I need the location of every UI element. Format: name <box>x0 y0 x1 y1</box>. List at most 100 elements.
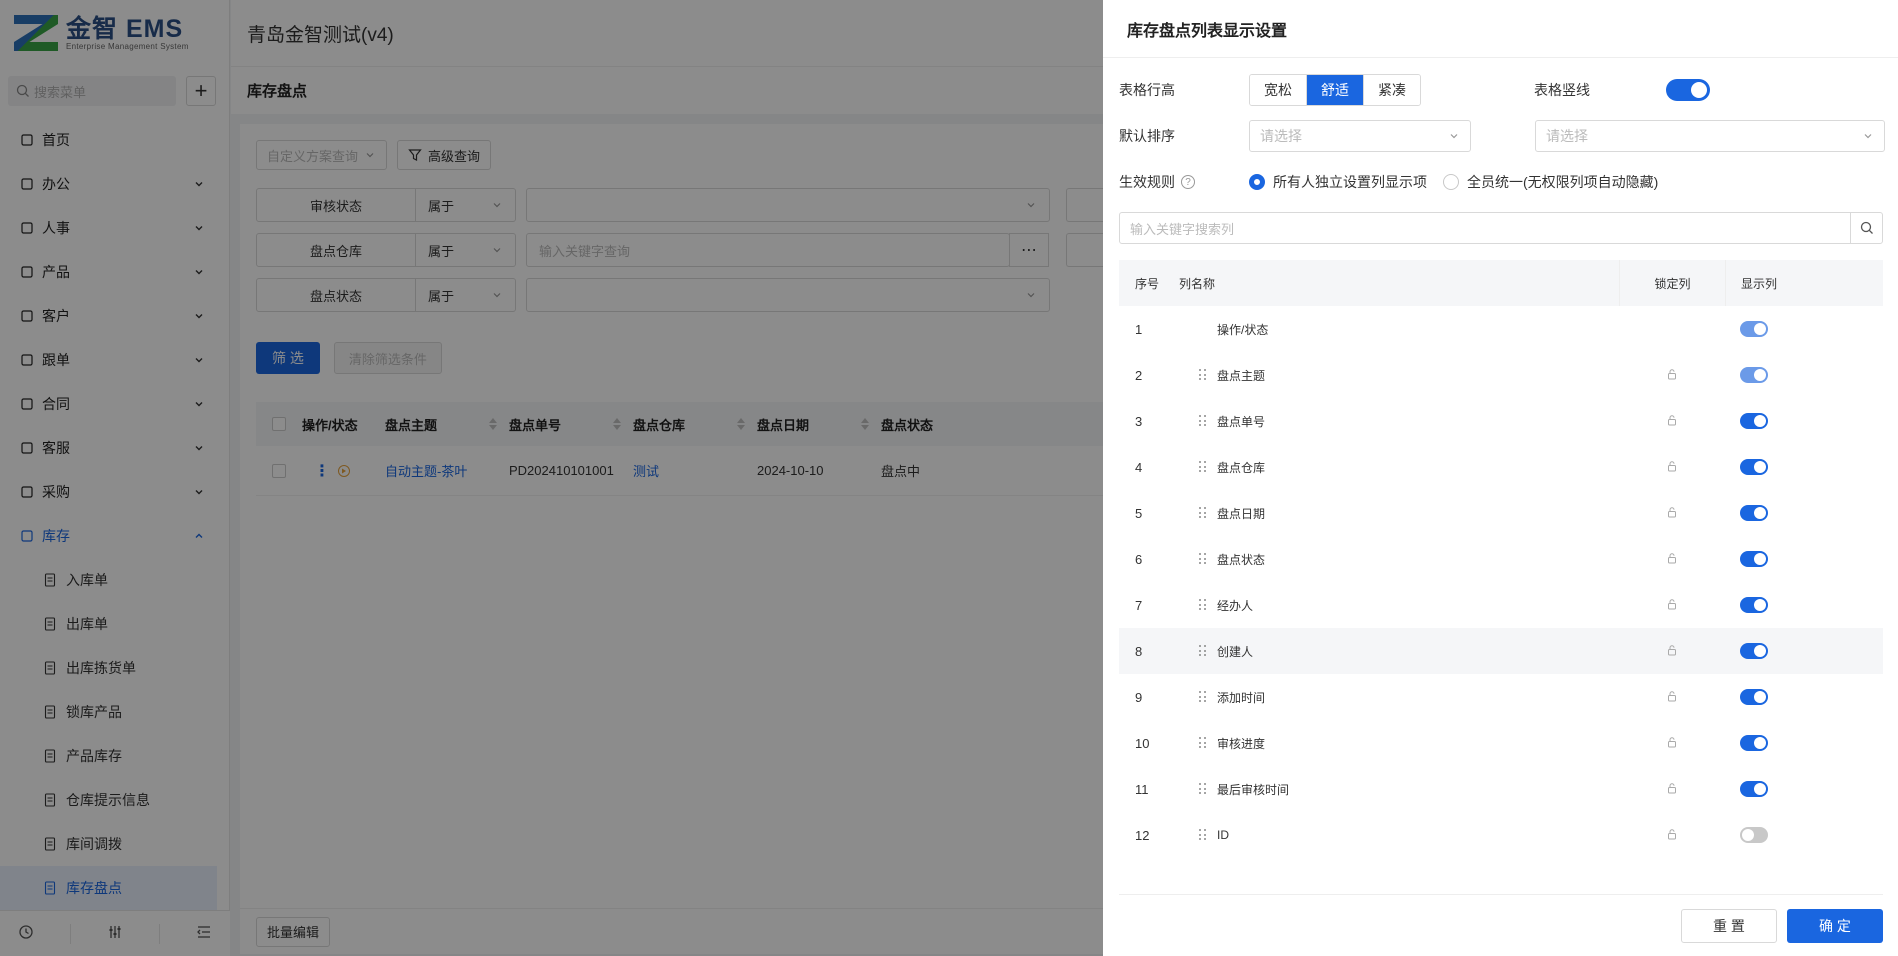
row-height-label: 表格行高 <box>1119 82 1175 98</box>
column-setting-row[interactable]: 9 添加时间 <box>1119 674 1883 720</box>
drag-handle-icon[interactable] <box>1199 737 1209 749</box>
search-button[interactable] <box>1850 213 1882 243</box>
sort-order-select[interactable]: 请选择 <box>1535 120 1885 152</box>
column-setting-row[interactable]: 10 审核进度 <box>1119 720 1883 766</box>
header-no: 序号 <box>1135 276 1160 291</box>
drag-handle-icon[interactable] <box>1199 507 1209 519</box>
unlock-icon[interactable] <box>1666 506 1678 521</box>
column-setting-row[interactable]: 2 盘点主题 <box>1119 352 1883 398</box>
unlock-icon[interactable] <box>1666 552 1678 567</box>
column-name: 盘点状态 <box>1217 552 1266 567</box>
effect-rule-setting: 生效规则? 所有人独立设置列显示项 全员统一(无权限列项自动隐藏) <box>1119 172 1658 192</box>
reset-button[interactable]: 重 置 <box>1681 908 1777 943</box>
unlock-icon[interactable] <box>1666 644 1678 659</box>
column-setting-row[interactable]: 11 最后审核时间 <box>1119 766 1883 812</box>
vertical-lines-toggle[interactable] <box>1666 79 1710 101</box>
column-setting-row[interactable]: 1 操作/状态 <box>1119 306 1883 352</box>
row-height-loose[interactable]: 宽松 <box>1250 75 1307 105</box>
drawer-title: 库存盘点列表显示设置 <box>1103 0 1898 58</box>
drag-handle-icon[interactable] <box>1199 599 1209 611</box>
effect-rule-label: 生效规则 <box>1119 174 1175 190</box>
column-no: 11 <box>1135 781 1149 797</box>
show-column-toggle[interactable] <box>1740 827 1768 843</box>
vertical-lines-setting: 表格竖线 <box>1534 74 1710 106</box>
column-no: 12 <box>1135 827 1150 843</box>
column-setting-row[interactable]: 4 盘点仓库 <box>1119 444 1883 490</box>
search-icon <box>1860 221 1873 234</box>
drag-handle-icon[interactable] <box>1199 553 1209 565</box>
column-setting-row[interactable]: 7 经办人 <box>1119 582 1883 628</box>
show-column-toggle[interactable] <box>1740 505 1768 521</box>
show-column-toggle[interactable] <box>1740 413 1768 429</box>
show-column-toggle[interactable] <box>1740 459 1768 475</box>
show-column-toggle[interactable] <box>1740 643 1768 659</box>
column-no: 2 <box>1135 367 1143 383</box>
column-no: 5 <box>1135 505 1143 521</box>
drag-handle-icon[interactable] <box>1199 369 1209 381</box>
sort-field-placeholder: 请选择 <box>1260 128 1302 144</box>
column-setting-row[interactable]: 5 盘点日期 <box>1119 490 1883 536</box>
column-name: 盘点日期 <box>1217 506 1266 521</box>
column-no: 4 <box>1135 459 1143 475</box>
column-setting-row[interactable]: 12 ID <box>1119 812 1883 858</box>
rule-radio-unified[interactable] <box>1443 174 1459 190</box>
unlock-icon[interactable] <box>1666 828 1678 843</box>
show-column-toggle[interactable] <box>1740 781 1768 797</box>
row-height-segmented: 宽松 舒适 紧凑 <box>1249 74 1421 106</box>
show-column-toggle[interactable] <box>1740 367 1768 383</box>
column-no: 7 <box>1135 597 1143 613</box>
header-lock: 锁定列 <box>1619 260 1725 306</box>
drag-handle-icon[interactable] <box>1199 461 1209 473</box>
unlock-icon[interactable] <box>1666 598 1678 613</box>
column-name: 盘点仓库 <box>1217 460 1266 475</box>
column-name: 操作/状态 <box>1217 322 1269 337</box>
rule-option-individual[interactable]: 所有人独立设置列显示项 <box>1273 172 1427 192</box>
column-setting-row[interactable]: 8 创建人 <box>1119 628 1883 674</box>
sort-field-select[interactable]: 请选择 <box>1249 120 1471 152</box>
show-column-toggle[interactable] <box>1740 735 1768 751</box>
column-settings-header: 序号 列名称 锁定列 显示列 <box>1119 260 1883 306</box>
column-name: 盘点主题 <box>1217 368 1266 383</box>
unlock-icon[interactable] <box>1666 690 1678 705</box>
unlock-icon[interactable] <box>1666 414 1678 429</box>
vertical-lines-label: 表格竖线 <box>1534 82 1590 98</box>
app-root: 金智 EMS Enterprise Management System 搜索菜单… <box>0 0 1898 956</box>
row-height-compact[interactable]: 紧凑 <box>1364 75 1420 105</box>
column-no: 9 <box>1135 689 1143 705</box>
column-settings-drawer: 库存盘点列表显示设置 表格行高 宽松 舒适 紧凑 表格竖线 默认排序 请选择 请… <box>1103 0 1898 956</box>
unlock-icon[interactable] <box>1666 736 1678 751</box>
column-search-input[interactable]: 输入关键字搜索列 <box>1119 212 1883 244</box>
header-name: 列名称 <box>1179 276 1216 291</box>
show-column-toggle[interactable] <box>1740 597 1768 613</box>
row-height-comfortable[interactable]: 舒适 <box>1307 75 1364 105</box>
unlock-icon[interactable] <box>1666 782 1678 797</box>
confirm-button[interactable]: 确 定 <box>1787 908 1883 943</box>
column-settings-table: 序号 列名称 锁定列 显示列 1 操作/状态 2 盘点主题 3 盘点单号 4 盘点仓库 5 盘点日… <box>1119 260 1883 858</box>
column-no: 8 <box>1135 643 1143 659</box>
show-column-toggle[interactable] <box>1740 551 1768 567</box>
unlock-icon[interactable] <box>1666 368 1678 383</box>
default-sort-setting: 默认排序 请选择 请选择 <box>1119 120 1885 152</box>
rule-option-unified[interactable]: 全员统一(无权限列项自动隐藏) <box>1467 172 1658 192</box>
column-name: 最后审核时间 <box>1217 782 1290 797</box>
drag-handle-icon[interactable] <box>1199 783 1209 795</box>
rule-radio-individual[interactable] <box>1249 174 1265 190</box>
drag-handle-icon[interactable] <box>1199 415 1209 427</box>
modal-overlay[interactable] <box>0 0 1103 956</box>
column-setting-row[interactable]: 3 盘点单号 <box>1119 398 1883 444</box>
default-sort-label: 默认排序 <box>1119 128 1175 144</box>
chevron-down-icon <box>1864 134 1872 139</box>
unlock-icon[interactable] <box>1666 460 1678 475</box>
column-name: 添加时间 <box>1217 690 1266 705</box>
help-icon[interactable]: ? <box>1181 175 1195 189</box>
show-column-toggle[interactable] <box>1740 689 1768 705</box>
drag-handle-icon[interactable] <box>1199 691 1209 703</box>
column-setting-row[interactable]: 6 盘点状态 <box>1119 536 1883 582</box>
chevron-down-icon <box>1450 134 1458 139</box>
column-no: 1 <box>1135 321 1143 337</box>
drag-handle-icon[interactable] <box>1199 645 1209 657</box>
column-name: 经办人 <box>1217 598 1254 613</box>
column-no: 6 <box>1135 551 1143 567</box>
drag-handle-icon[interactable] <box>1199 829 1209 841</box>
show-column-toggle[interactable] <box>1740 321 1768 337</box>
